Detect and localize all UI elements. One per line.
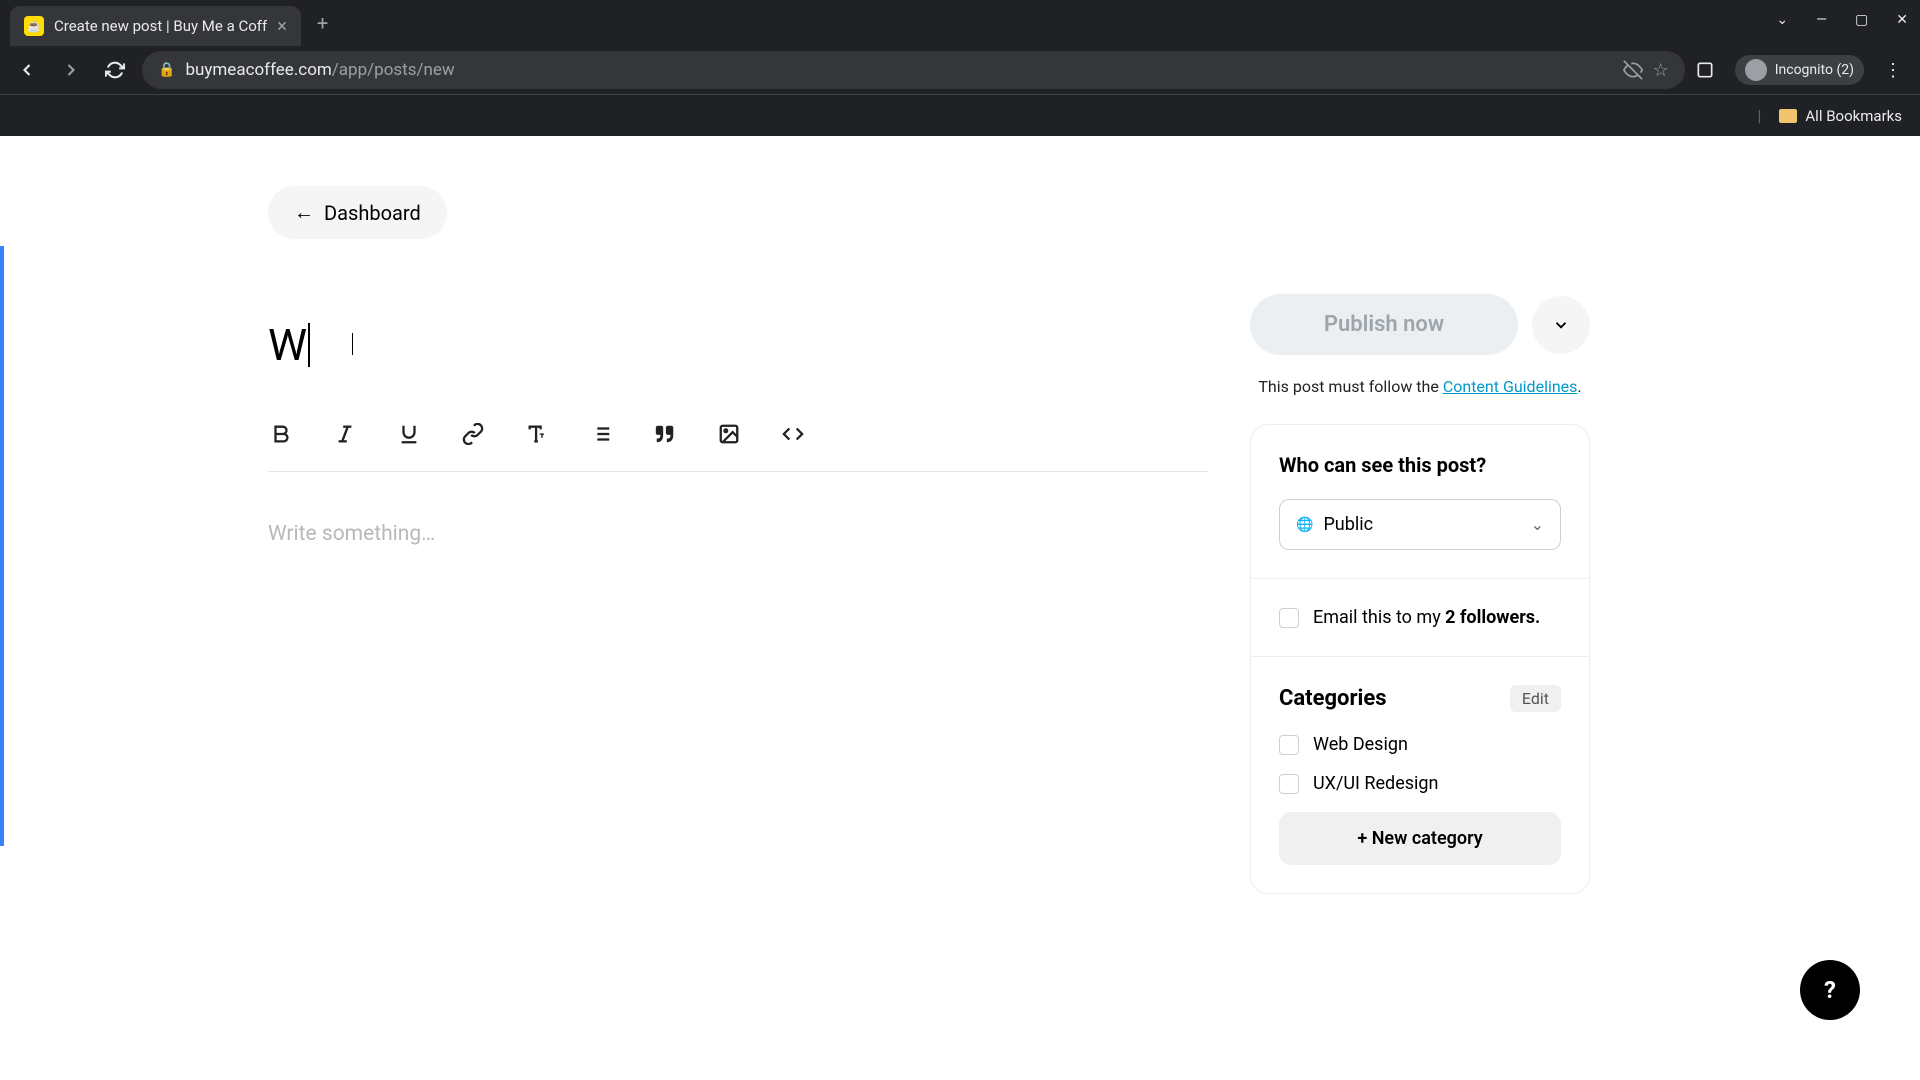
heading-button[interactable] [524, 421, 550, 447]
menu-icon[interactable]: ⋮ [1884, 60, 1902, 81]
divider [1251, 656, 1589, 657]
address-bar: 🔒 buymeacoffee.com/app/posts/new ☆ Incog… [0, 46, 1920, 94]
sidebar: Publish now This post must follow the Co… [1250, 294, 1590, 894]
category-label: UX/UI Redesign [1313, 773, 1438, 794]
reload-icon[interactable] [98, 53, 132, 87]
category-label: Web Design [1313, 734, 1408, 755]
minimize-icon[interactable]: — [1816, 12, 1827, 28]
window-controls: ⌄ — ▢ ✕ [1776, 12, 1908, 28]
arrow-left-icon: ← [294, 200, 314, 225]
chevron-down-icon: ⌄ [1531, 515, 1544, 534]
incognito-icon [1745, 59, 1767, 81]
tab-title: Create new post | Buy Me a Coff [54, 17, 267, 35]
bookmark-bar: | All Bookmarks [0, 94, 1920, 136]
text-cursor [308, 323, 310, 367]
email-checkbox[interactable] [1279, 608, 1299, 628]
content-guidelines-link[interactable]: Content Guidelines [1443, 377, 1578, 396]
secondary-caret [352, 333, 353, 355]
divider [1251, 578, 1589, 579]
tab-dropdown-icon[interactable]: ⌄ [1776, 12, 1788, 28]
guidelines-text: This post must follow the Content Guidel… [1250, 377, 1590, 396]
category-item: UX/UI Redesign [1279, 773, 1561, 794]
tab-bar: ☕ Create new post | Buy Me a Coff × + ⌄ … [0, 0, 1920, 46]
back-to-dashboard-button[interactable]: ← Dashboard [268, 186, 447, 239]
categories-heading: Categories [1279, 686, 1387, 711]
lock-icon: 🔒 [158, 62, 175, 78]
publish-button[interactable]: Publish now [1250, 294, 1518, 355]
browser-chrome: ☕ Create new post | Buy Me a Coff × + ⌄ … [0, 0, 1920, 136]
post-title-input[interactable]: W [268, 319, 1208, 371]
visibility-heading: Who can see this post? [1279, 453, 1561, 477]
star-icon[interactable]: ☆ [1653, 60, 1669, 81]
category-checkbox[interactable] [1279, 774, 1299, 794]
italic-button[interactable] [332, 421, 358, 447]
url-text: buymeacoffee.com/app/posts/new [185, 60, 1612, 80]
settings-card: Who can see this post? 🌐 Public ⌄ Email … [1250, 424, 1590, 894]
help-button[interactable]: ? [1800, 960, 1860, 1020]
quote-button[interactable] [652, 421, 678, 447]
back-icon[interactable] [10, 53, 44, 87]
new-tab-button[interactable]: + [317, 11, 328, 35]
close-icon[interactable]: × [277, 16, 287, 37]
new-category-button[interactable]: + New category [1279, 812, 1561, 865]
page-content: ← Dashboard W Write something… [0, 136, 1920, 1080]
back-label: Dashboard [324, 201, 421, 225]
browser-tab[interactable]: ☕ Create new post | Buy Me a Coff × [10, 6, 301, 46]
visibility-value: Public [1323, 514, 1520, 535]
underline-button[interactable] [396, 421, 422, 447]
all-bookmarks-button[interactable]: All Bookmarks [1779, 107, 1902, 125]
maximize-icon[interactable]: ▢ [1855, 12, 1868, 28]
forward-icon[interactable] [54, 53, 88, 87]
eye-off-icon[interactable] [1623, 60, 1643, 80]
title-text: W [268, 319, 307, 371]
chevron-down-icon [1552, 316, 1570, 334]
visibility-select[interactable]: 🌐 Public ⌄ [1279, 499, 1561, 550]
bold-button[interactable] [268, 421, 294, 447]
image-button[interactable] [716, 421, 742, 447]
category-checkbox[interactable] [1279, 735, 1299, 755]
category-item: Web Design [1279, 734, 1561, 755]
list-button[interactable] [588, 421, 614, 447]
extensions-icon[interactable] [1695, 60, 1715, 80]
help-icon: ? [1824, 976, 1836, 1004]
publish-dropdown-button[interactable] [1532, 296, 1590, 354]
close-window-icon[interactable]: ✕ [1896, 12, 1908, 28]
email-label: Email this to my 2 followers. [1313, 607, 1540, 628]
favicon-icon: ☕ [24, 16, 44, 36]
editor-toolbar [268, 421, 1208, 472]
email-followers-row: Email this to my 2 followers. [1279, 607, 1561, 628]
edit-categories-button[interactable]: Edit [1510, 685, 1561, 712]
globe-icon: 🌐 [1296, 517, 1313, 533]
post-body-input[interactable]: Write something… [268, 522, 1208, 546]
code-button[interactable] [780, 421, 806, 447]
incognito-badge[interactable]: Incognito (2) [1735, 55, 1864, 85]
url-input[interactable]: 🔒 buymeacoffee.com/app/posts/new ☆ [142, 51, 1685, 89]
folder-icon [1779, 109, 1797, 123]
left-accent-strip [0, 246, 4, 846]
link-button[interactable] [460, 421, 486, 447]
